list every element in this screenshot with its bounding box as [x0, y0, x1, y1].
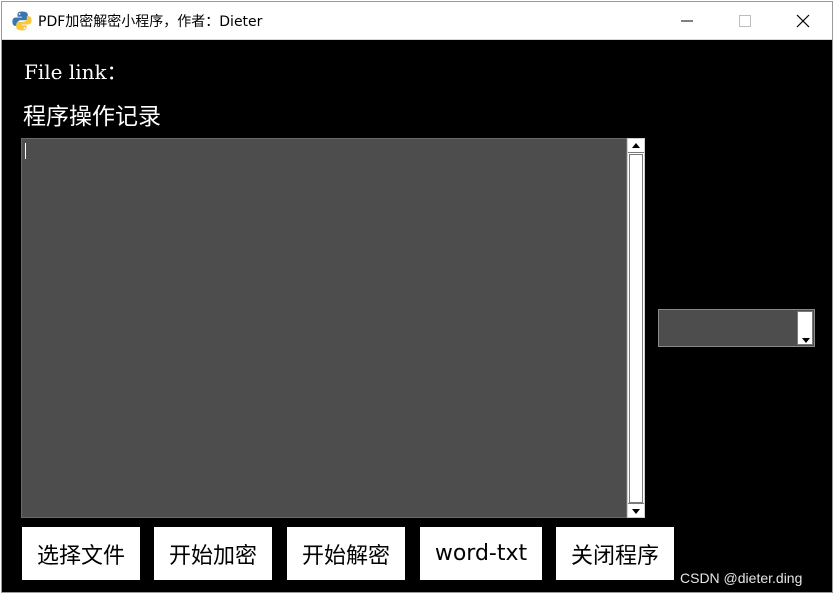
python-icon [12, 11, 32, 31]
scroll-down-button[interactable] [628, 503, 644, 517]
log-title-label: 程序操作记录 [23, 104, 161, 130]
log-vertical-scrollbar[interactable] [627, 138, 645, 518]
minimize-icon [681, 20, 693, 22]
title-bar[interactable]: PDF加密解密小程序，作者：Dieter [2, 2, 832, 40]
close-icon [796, 14, 810, 28]
combobox-dropdown-button[interactable] [797, 311, 813, 345]
close-window-button[interactable] [774, 2, 832, 40]
operation-log-textarea[interactable] [21, 138, 627, 518]
option-combobox[interactable] [658, 309, 815, 347]
file-link-label: File link： [24, 60, 127, 84]
select-file-button[interactable]: 选择文件 [22, 527, 140, 580]
text-caret [25, 143, 26, 159]
start-decrypt-button[interactable]: 开始解密 [287, 527, 405, 580]
arrow-up-icon [632, 143, 640, 148]
arrow-down-icon [632, 509, 640, 514]
maximize-button[interactable] [716, 2, 774, 40]
start-encrypt-button[interactable]: 开始加密 [154, 527, 272, 580]
minimize-button[interactable] [658, 2, 716, 40]
scroll-thumb[interactable] [629, 154, 643, 503]
watermark-text: CSDN @dieter.ding [680, 570, 803, 586]
close-program-button[interactable]: 关闭程序 [556, 527, 674, 580]
scroll-up-button[interactable] [628, 139, 644, 153]
app-window: PDF加密解密小程序，作者：Dieter File link： 程序操作记录 选… [1, 1, 833, 593]
chevron-down-icon [802, 338, 810, 343]
maximize-icon [739, 15, 751, 27]
window-title: PDF加密解密小程序，作者：Dieter [38, 14, 263, 30]
word-txt-button[interactable]: word-txt [420, 527, 542, 580]
